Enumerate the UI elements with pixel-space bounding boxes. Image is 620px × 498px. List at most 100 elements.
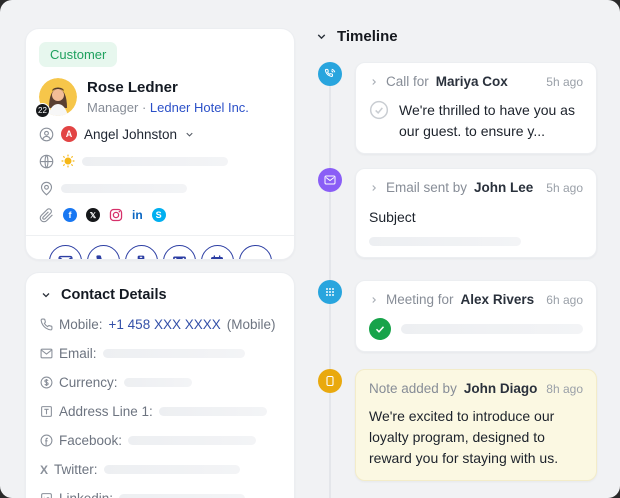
meeting-grid-icon bbox=[318, 280, 342, 304]
skype-icon[interactable]: S bbox=[152, 208, 166, 222]
address-field-icon bbox=[40, 405, 53, 418]
entry-name: Mariya Cox bbox=[436, 74, 508, 89]
contact-details-header[interactable]: Contact Details bbox=[40, 287, 280, 303]
placeholder-bar bbox=[128, 436, 256, 445]
field-label: Twitter: bbox=[54, 462, 98, 477]
timeline-header[interactable]: Timeline bbox=[308, 28, 612, 45]
entry-prefix: Note added by bbox=[369, 381, 457, 396]
owner-name: Angel Johnston bbox=[84, 127, 177, 142]
calendar-action-button[interactable] bbox=[201, 245, 234, 260]
phone-icon bbox=[40, 318, 53, 331]
field-label: Mobile: bbox=[59, 317, 103, 332]
timeline-entry-call: Call for Mariya Cox 5h ago We're thrille… bbox=[308, 62, 612, 154]
currency-icon bbox=[40, 376, 53, 389]
field-label: Address Line 1: bbox=[59, 404, 153, 419]
note-file-icon bbox=[318, 369, 342, 393]
owner-row[interactable]: A Angel Johnston bbox=[39, 125, 281, 143]
chevron-down-icon[interactable] bbox=[40, 289, 52, 301]
check-circle-outline-icon bbox=[369, 100, 389, 125]
mail-filled-action-button[interactable] bbox=[163, 245, 196, 260]
globe-icon bbox=[39, 154, 54, 169]
contact-name: Rose Ledner bbox=[87, 79, 249, 98]
avatar: 22 bbox=[39, 78, 77, 116]
note-card: Note added by John Diago 8h ago We're ex… bbox=[355, 369, 597, 481]
email-icon bbox=[318, 168, 342, 192]
expand-chevron-icon[interactable] bbox=[369, 77, 379, 87]
role-company-line: Manager · Ledner Hotel Inc. bbox=[87, 100, 249, 115]
contact-details-card: Contact Details Mobile: +1 458 XXX XXXX … bbox=[25, 272, 295, 498]
sms-mobile-action-button[interactable] bbox=[125, 245, 158, 260]
placeholder-bar bbox=[61, 184, 187, 193]
social-links-row: f 𝕏 in S bbox=[39, 206, 281, 224]
section-title: Timeline bbox=[337, 28, 398, 45]
entry-prefix: Call for bbox=[386, 74, 429, 89]
placeholder-bar bbox=[401, 324, 583, 334]
detail-row-facebook: Facebook: bbox=[40, 433, 280, 448]
role-label: Manager bbox=[87, 100, 138, 115]
company-link[interactable]: Ledner Hotel Inc. bbox=[150, 100, 249, 115]
entry-prefix: Meeting for bbox=[386, 292, 454, 307]
meeting-body bbox=[369, 318, 583, 340]
facebook-outline-icon bbox=[40, 434, 53, 447]
quick-actions-bar bbox=[26, 235, 294, 260]
x-twitter-outline-icon: X bbox=[40, 463, 48, 477]
timezone-row bbox=[39, 152, 281, 170]
chevron-down-icon[interactable] bbox=[184, 129, 195, 140]
field-label: Linkedin: bbox=[59, 491, 113, 498]
placeholder-bar bbox=[104, 465, 240, 474]
status-badge: Customer bbox=[39, 42, 117, 67]
check-circle-filled-icon bbox=[369, 318, 391, 340]
linkedin-icon[interactable]: in bbox=[132, 209, 143, 221]
section-title: Contact Details bbox=[61, 287, 167, 303]
timeline-entry-email: Email sent by John Lee 5h ago Subject bbox=[308, 168, 612, 258]
field-label: Facebook: bbox=[59, 433, 122, 448]
chevron-down-icon[interactable] bbox=[315, 30, 328, 43]
placeholder-bar bbox=[103, 349, 245, 358]
field-label: Email: bbox=[59, 346, 97, 361]
expand-chevron-icon[interactable] bbox=[369, 295, 379, 305]
meeting-title-row: Meeting for Alex Rivers 6h ago bbox=[369, 292, 583, 307]
owner-avatar-chip: A bbox=[61, 126, 77, 142]
facebook-icon[interactable]: f bbox=[63, 208, 77, 222]
entry-name: Alex Rivers bbox=[461, 292, 535, 307]
separator-dot: · bbox=[142, 100, 146, 115]
expand-chevron-icon[interactable] bbox=[369, 183, 379, 193]
entry-name: John Lee bbox=[474, 180, 533, 195]
entry-name: John Diago bbox=[464, 381, 538, 396]
email-action-button[interactable] bbox=[49, 245, 82, 260]
timeline-entry-note: Note added by John Diago 8h ago We're ex… bbox=[308, 369, 612, 481]
call-card: Call for Mariya Cox 5h ago We're thrille… bbox=[355, 62, 597, 154]
instagram-icon[interactable] bbox=[109, 208, 123, 222]
avatar-count-badge: 22 bbox=[35, 103, 50, 118]
phone-type: (Mobile) bbox=[227, 317, 276, 332]
detail-row-linkedin: Linkedin: bbox=[40, 491, 280, 498]
entry-time: 6h ago bbox=[546, 293, 583, 307]
detail-row-twitter: X Twitter: bbox=[40, 462, 280, 477]
placeholder-bar bbox=[159, 407, 267, 416]
paperclip-icon bbox=[39, 208, 54, 223]
detail-row-mobile: Mobile: +1 458 XXX XXXX (Mobile) bbox=[40, 317, 280, 332]
entry-time: 5h ago bbox=[546, 75, 583, 89]
email-card: Email sent by John Lee 5h ago Subject bbox=[355, 168, 597, 258]
field-label: Currency: bbox=[59, 375, 118, 390]
more-ellipsis-button[interactable] bbox=[239, 245, 272, 260]
timeline-entry-meeting: Meeting for Alex Rivers 6h ago bbox=[308, 280, 612, 352]
phone-number-link[interactable]: +1 458 XXX XXXX bbox=[109, 317, 221, 332]
timeline-list: Call for Mariya Cox 5h ago We're thrille… bbox=[308, 62, 612, 498]
entry-time: 8h ago bbox=[546, 382, 583, 396]
email-subject: Subject bbox=[369, 207, 583, 228]
person-circle-icon bbox=[39, 127, 54, 142]
linkedin-outline-icon bbox=[40, 492, 53, 498]
location-row bbox=[39, 179, 281, 197]
placeholder-bar bbox=[82, 157, 228, 166]
detail-row-email: Email: bbox=[40, 346, 280, 361]
call-note-text: We're thrilled to have you as our guest.… bbox=[399, 100, 583, 142]
entry-time: 5h ago bbox=[546, 181, 583, 195]
envelope-icon bbox=[40, 347, 53, 360]
phone-call-icon bbox=[318, 62, 342, 86]
call-action-button[interactable] bbox=[87, 245, 120, 260]
x-twitter-icon[interactable]: 𝕏 bbox=[86, 208, 100, 222]
profile-header: 22 Rose Ledner Manager · Ledner Hotel In… bbox=[39, 78, 281, 116]
placeholder-bar bbox=[124, 378, 192, 387]
placeholder-bar bbox=[119, 494, 245, 498]
